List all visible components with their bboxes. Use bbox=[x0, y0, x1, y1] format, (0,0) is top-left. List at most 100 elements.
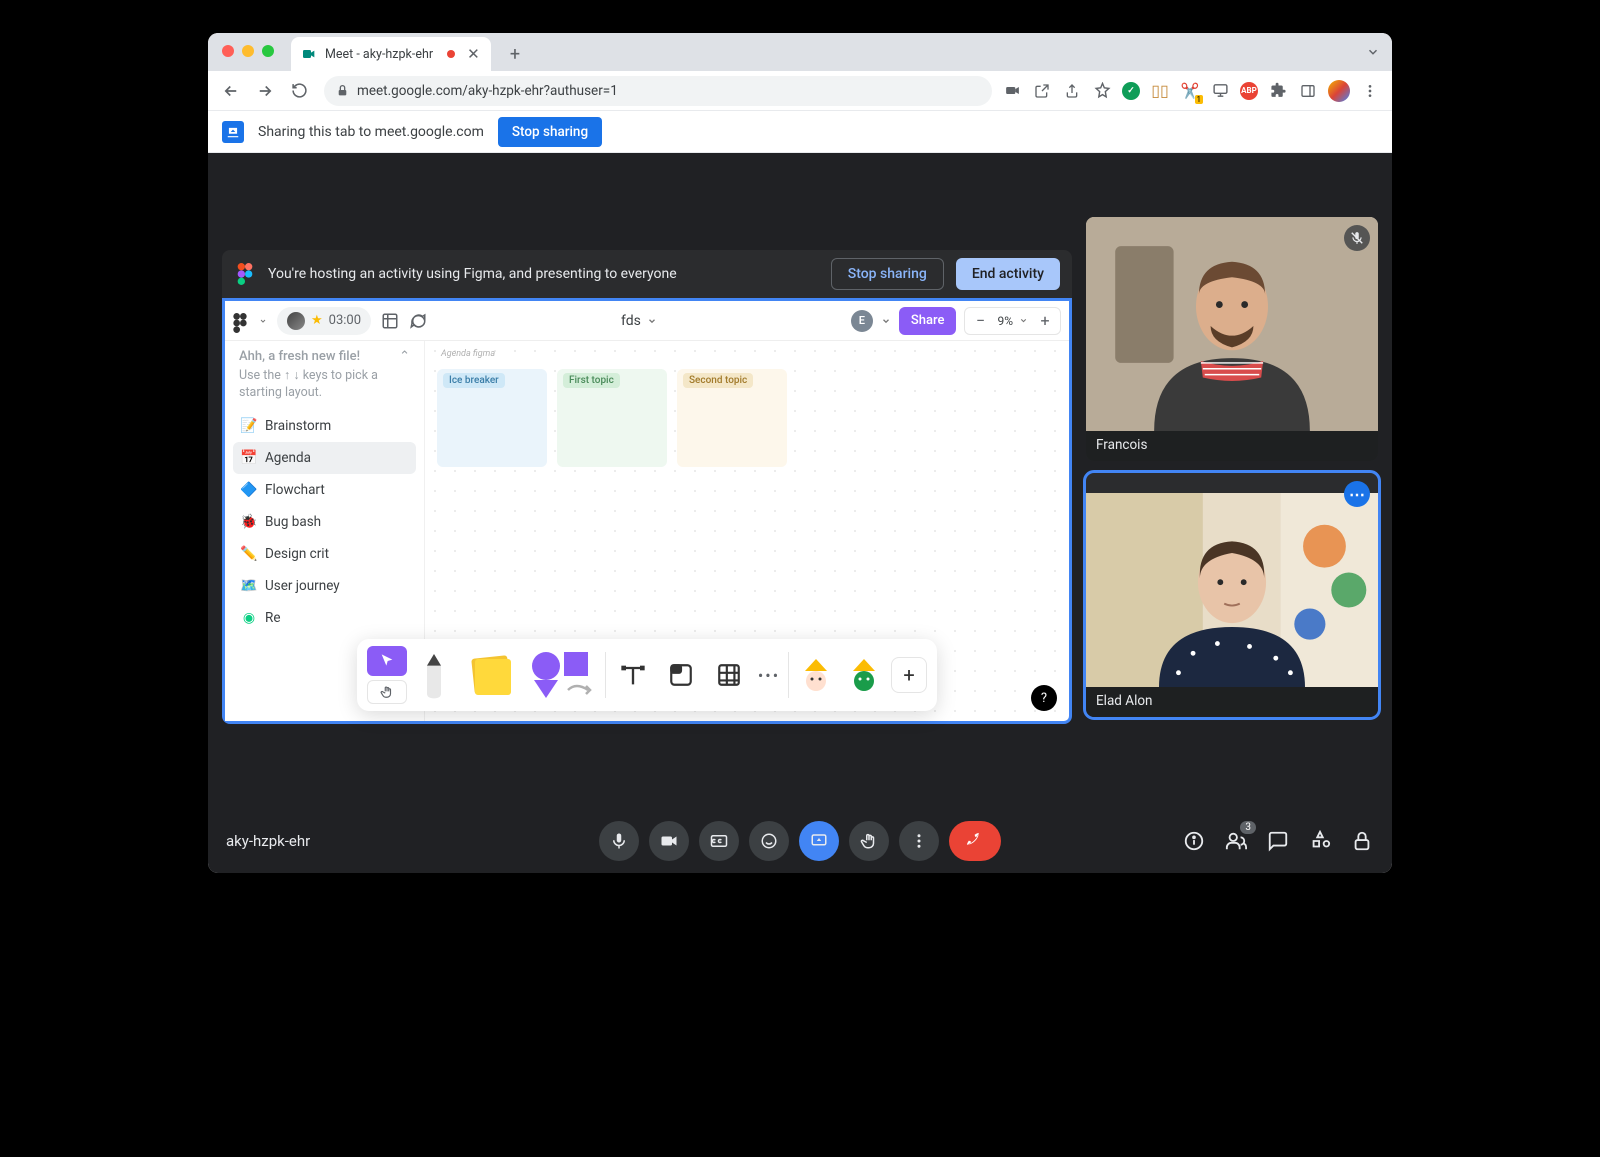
more-tools-button[interactable]: ••• bbox=[756, 649, 782, 701]
hand-tool-icon[interactable] bbox=[367, 680, 407, 704]
plus-icon: + bbox=[510, 44, 520, 65]
shapes-tool[interactable] bbox=[527, 649, 599, 701]
zoom-control: − 9% + bbox=[964, 307, 1061, 335]
template-userjourney[interactable]: 🗺️ User journey bbox=[233, 570, 416, 602]
sidepanel-icon[interactable] bbox=[1298, 81, 1318, 101]
reactions-button[interactable] bbox=[749, 821, 789, 861]
end-activity-button[interactable]: End activity bbox=[956, 258, 1060, 290]
card-second-topic[interactable]: Second topic bbox=[677, 369, 787, 467]
close-window-dot[interactable] bbox=[222, 45, 234, 57]
timer-chip[interactable]: ★ 03:00 bbox=[277, 307, 371, 335]
stop-sharing-button[interactable]: Stop sharing bbox=[498, 117, 602, 147]
layout-hint: Use the ↑ ↓ keys to pick a starting layo… bbox=[233, 366, 416, 410]
host-controls-button[interactable] bbox=[1350, 829, 1374, 853]
text-tool[interactable] bbox=[612, 649, 654, 701]
template-brainstorm[interactable]: 📝 Brainstorm bbox=[233, 410, 416, 442]
meet-area: You're hosting an activity using Figma, … bbox=[208, 153, 1392, 873]
zoom-value[interactable]: 9% bbox=[997, 314, 1013, 328]
maximize-window-dot[interactable] bbox=[262, 45, 274, 57]
stamp-1-tool[interactable] bbox=[795, 649, 837, 701]
participant-count: 3 bbox=[1240, 821, 1256, 834]
recording-indicator-icon bbox=[447, 50, 455, 58]
close-tab-icon[interactable]: ✕ bbox=[467, 45, 480, 63]
mic-toggle-button[interactable] bbox=[599, 821, 639, 861]
more-options-button[interactable] bbox=[899, 821, 939, 861]
brainstorm-icon: 📝 bbox=[241, 418, 257, 434]
new-tab-button[interactable]: + bbox=[501, 40, 529, 68]
minimize-window-dot[interactable] bbox=[242, 45, 254, 57]
collapse-icon[interactable]: ⌃ bbox=[399, 349, 410, 364]
camera-toggle-button[interactable] bbox=[649, 821, 689, 861]
zoom-in-button[interactable]: + bbox=[1034, 311, 1056, 330]
activities-button[interactable] bbox=[1308, 829, 1332, 853]
timer-value: 03:00 bbox=[329, 313, 361, 328]
template-recording[interactable]: ◉ Re bbox=[233, 602, 416, 634]
extension-scissors-icon[interactable]: ✂️1 bbox=[1180, 81, 1200, 101]
chat-icon[interactable] bbox=[409, 312, 427, 330]
chevron-down-icon bbox=[647, 316, 657, 326]
stamp-2-tool[interactable] bbox=[843, 649, 885, 701]
figma-topbar: ★ 03:00 fds E S bbox=[225, 301, 1069, 341]
bookmark-star-icon[interactable] bbox=[1092, 81, 1112, 101]
browser-tab[interactable]: Meet - aky-hzpk-ehr ✕ bbox=[291, 37, 491, 71]
extension-abp-icon[interactable]: ABP bbox=[1240, 82, 1258, 100]
participant-tile-elad[interactable]: ⋯ Elad Alon bbox=[1086, 473, 1378, 717]
chrome-menu-icon[interactable] bbox=[1360, 81, 1380, 101]
participant-tile-francois[interactable]: Francois bbox=[1086, 217, 1378, 461]
back-button[interactable] bbox=[216, 76, 246, 106]
template-flowchart[interactable]: 🔷 Flowchart bbox=[233, 474, 416, 506]
chevron-down-icon[interactable] bbox=[1019, 316, 1028, 325]
template-bugbash[interactable]: 🐞 Bug bash bbox=[233, 506, 416, 538]
pencil-icon: ✏️ bbox=[241, 546, 257, 562]
profile-avatar[interactable] bbox=[1328, 80, 1350, 102]
video-feed bbox=[1086, 493, 1378, 687]
meet-controls bbox=[599, 821, 1001, 861]
sharing-infobar: Sharing this tab to meet.google.com Stop… bbox=[208, 111, 1392, 153]
extensions-puzzle-icon[interactable] bbox=[1268, 81, 1288, 101]
captions-button[interactable] bbox=[699, 821, 739, 861]
figma-filename[interactable]: fds bbox=[435, 313, 843, 329]
share-icon[interactable] bbox=[1062, 81, 1082, 101]
extension-green-icon[interactable]: ✓ bbox=[1122, 82, 1140, 100]
template-agenda[interactable]: 📅 Agenda bbox=[233, 442, 416, 474]
end-call-button[interactable] bbox=[949, 821, 1001, 861]
table-tool[interactable] bbox=[708, 649, 750, 701]
chevron-down-icon[interactable] bbox=[259, 317, 267, 325]
help-button[interactable]: ? bbox=[1031, 685, 1057, 711]
add-tool-button[interactable]: + bbox=[891, 657, 927, 693]
tabs-dropdown-button[interactable] bbox=[1366, 45, 1380, 59]
record-icon: ◉ bbox=[241, 610, 257, 626]
chat-button[interactable] bbox=[1266, 829, 1290, 853]
sticky-note-tool[interactable] bbox=[461, 649, 521, 701]
layout-icon[interactable] bbox=[381, 312, 399, 330]
tab-strip: Meet - aky-hzpk-ehr ✕ + bbox=[208, 33, 1392, 71]
section-tool[interactable] bbox=[660, 649, 702, 701]
figma-menu-icon[interactable] bbox=[233, 313, 249, 329]
pencil-tool[interactable] bbox=[413, 649, 455, 701]
open-external-icon[interactable] bbox=[1032, 81, 1052, 101]
template-designcrit[interactable]: ✏️ Design crit bbox=[233, 538, 416, 570]
extension-books-icon[interactable]: ▯▯ bbox=[1150, 81, 1170, 101]
activity-stop-sharing-button[interactable]: Stop sharing bbox=[831, 258, 944, 290]
figma-share-button[interactable]: Share bbox=[899, 307, 957, 335]
zoom-out-button[interactable]: − bbox=[969, 311, 991, 330]
participant-name: Elad Alon bbox=[1086, 687, 1378, 717]
user-avatar-chip[interactable]: E bbox=[851, 310, 873, 332]
meeting-details-button[interactable] bbox=[1182, 829, 1206, 853]
forward-button[interactable] bbox=[250, 76, 280, 106]
raise-hand-button[interactable] bbox=[849, 821, 889, 861]
activity-text: You're hosting an activity using Figma, … bbox=[268, 266, 819, 282]
card-first-topic[interactable]: First topic bbox=[557, 369, 667, 467]
present-screen-button[interactable] bbox=[799, 821, 839, 861]
reload-button[interactable] bbox=[284, 76, 314, 106]
flowchart-icon: 🔷 bbox=[241, 482, 257, 498]
address-bar[interactable]: meet.google.com/aky-hzpk-ehr?authuser=1 bbox=[324, 76, 992, 106]
select-tool[interactable] bbox=[367, 646, 407, 704]
bug-icon: 🐞 bbox=[241, 514, 257, 530]
extension-monitor-icon[interactable] bbox=[1210, 81, 1230, 101]
people-button[interactable]: 3 bbox=[1224, 829, 1248, 853]
tile-more-icon[interactable]: ⋯ bbox=[1344, 481, 1370, 507]
chevron-down-icon[interactable] bbox=[881, 316, 891, 326]
card-icebreaker[interactable]: Ice breaker bbox=[437, 369, 547, 467]
camera-icon[interactable] bbox=[1002, 81, 1022, 101]
